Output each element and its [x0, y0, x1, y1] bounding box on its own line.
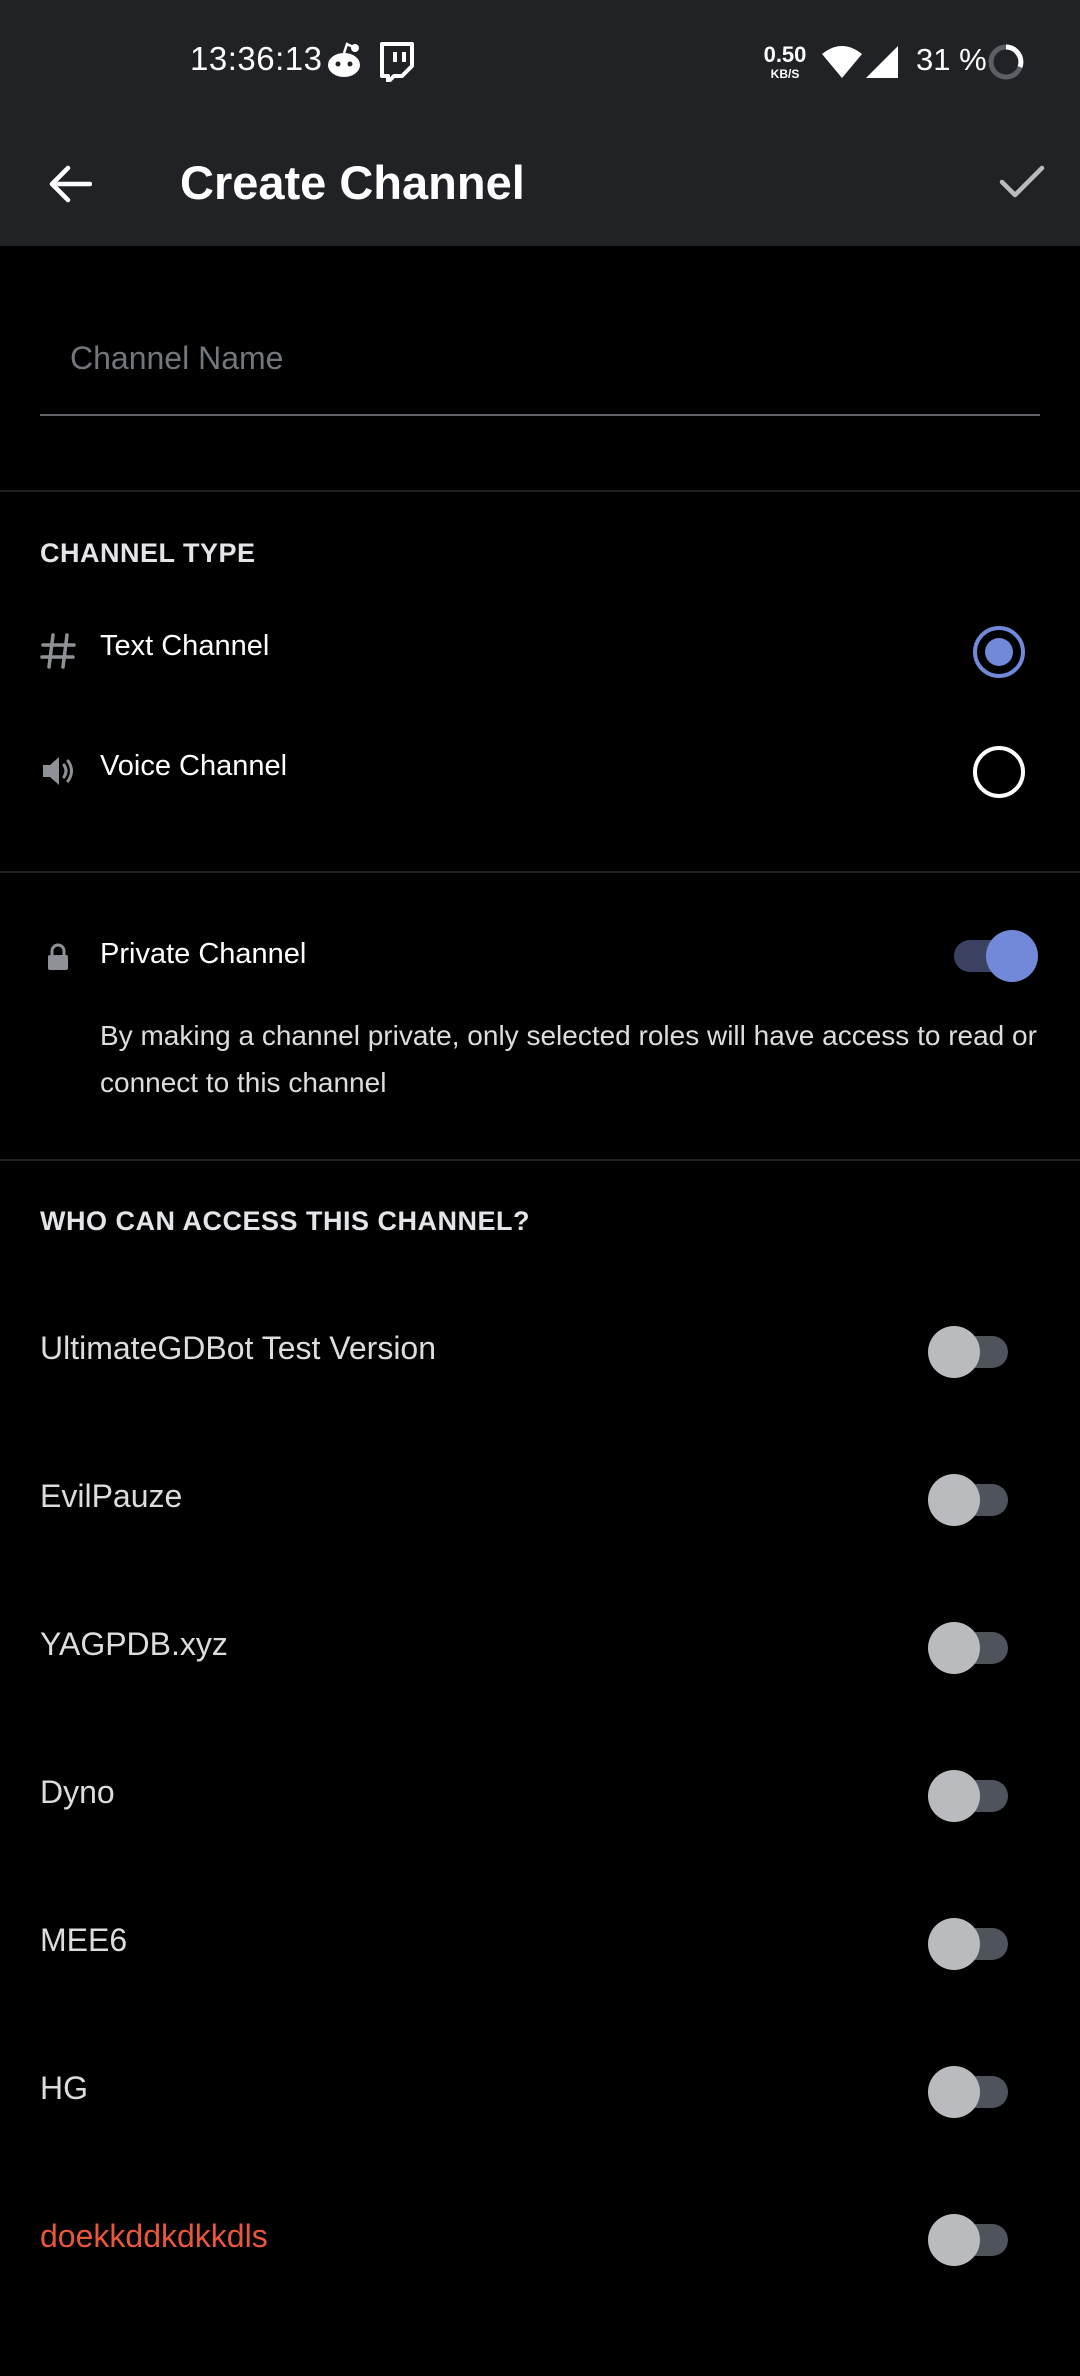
- role-access-toggle[interactable]: [928, 1916, 1012, 1972]
- lock-icon: [38, 932, 78, 982]
- role-row[interactable]: YAGPDB.xyz: [0, 1576, 1080, 1724]
- battery-ring-icon: [986, 42, 1026, 87]
- voice-channel-option[interactable]: Voice Channel: [0, 716, 1080, 826]
- role-name: Dyno: [40, 1774, 115, 1810]
- private-channel-toggle[interactable]: [946, 928, 1038, 984]
- role-row[interactable]: Dyno: [0, 1724, 1080, 1872]
- signal-icon: [864, 44, 900, 85]
- reddit-icon: [326, 40, 362, 85]
- role-access-toggle[interactable]: [928, 1472, 1012, 1528]
- role-row[interactable]: UltimateGDBot Test Version: [0, 1280, 1080, 1428]
- role-access-toggle[interactable]: [928, 2212, 1012, 2268]
- twitch-icon: [378, 42, 414, 87]
- check-icon: [999, 165, 1045, 198]
- arrow-left-icon: [49, 165, 92, 203]
- role-name: doekkddkdkkdls: [40, 2218, 268, 2254]
- divider: [0, 1159, 1080, 1161]
- toggle-thumb: [928, 1622, 980, 1674]
- status-time: 13:36:13: [190, 40, 323, 77]
- role-row[interactable]: MEE6: [0, 1872, 1080, 2020]
- hash-icon: [38, 626, 78, 676]
- role-name: UltimateGDBot Test Version: [40, 1330, 437, 1366]
- toggle-thumb: [928, 1918, 980, 1970]
- wifi-icon: [820, 44, 864, 85]
- network-speed: 0.50 KB/S: [760, 42, 810, 81]
- role-name: HG: [40, 2070, 88, 2106]
- role-name: MEE6: [40, 1922, 128, 1958]
- role-row[interactable]: doekkddkdkkdls: [0, 2168, 1080, 2316]
- voice-channel-radio[interactable]: [973, 746, 1025, 798]
- text-channel-option[interactable]: Text Channel: [0, 596, 1080, 706]
- toggle-thumb: [928, 2214, 980, 2266]
- back-button[interactable]: [36, 150, 104, 218]
- create-confirm-button[interactable]: [986, 146, 1058, 218]
- page-title: Create Channel: [180, 156, 525, 209]
- role-access-toggle[interactable]: [928, 1620, 1012, 1676]
- role-name: YAGPDB.xyz: [40, 1626, 228, 1662]
- role-row[interactable]: HG: [0, 2020, 1080, 2168]
- text-channel-radio[interactable]: [973, 626, 1025, 678]
- private-channel-description: By making a channel private, only select…: [100, 1020, 1037, 1098]
- speaker-icon: [38, 746, 78, 796]
- voice-channel-label: Voice Channel: [100, 750, 288, 782]
- role-access-toggle[interactable]: [928, 1768, 1012, 1824]
- network-speed-value: 0.50: [763, 42, 807, 67]
- toggle-thumb: [928, 1770, 980, 1822]
- role-access-toggle[interactable]: [928, 2064, 1012, 2120]
- access-header: WHO CAN ACCESS THIS CHANNEL?: [40, 1206, 530, 1236]
- divider: [0, 871, 1080, 873]
- battery-level: 31 %: [916, 42, 987, 77]
- private-channel-label: Private Channel: [100, 938, 307, 970]
- role-access-toggle[interactable]: [928, 1324, 1012, 1380]
- channel-name-input[interactable]: [40, 316, 1040, 416]
- role-row[interactable]: EvilPauze: [0, 1428, 1080, 1576]
- toggle-thumb: [928, 1474, 980, 1526]
- app-bar: Create Channel: [0, 122, 1080, 246]
- text-channel-label: Text Channel: [100, 630, 270, 662]
- divider: [0, 490, 1080, 492]
- status-bar: 13:36:13 0.50 KB/S 31 %: [0, 0, 1080, 122]
- private-channel-row[interactable]: Private Channel: [0, 910, 1080, 1000]
- role-name: EvilPauze: [40, 1478, 183, 1514]
- toggle-thumb: [928, 1326, 980, 1378]
- channel-type-header: CHANNEL TYPE: [40, 538, 256, 568]
- toggle-thumb: [986, 930, 1038, 982]
- network-speed-unit: KB/S: [770, 67, 800, 81]
- toggle-thumb: [928, 2066, 980, 2118]
